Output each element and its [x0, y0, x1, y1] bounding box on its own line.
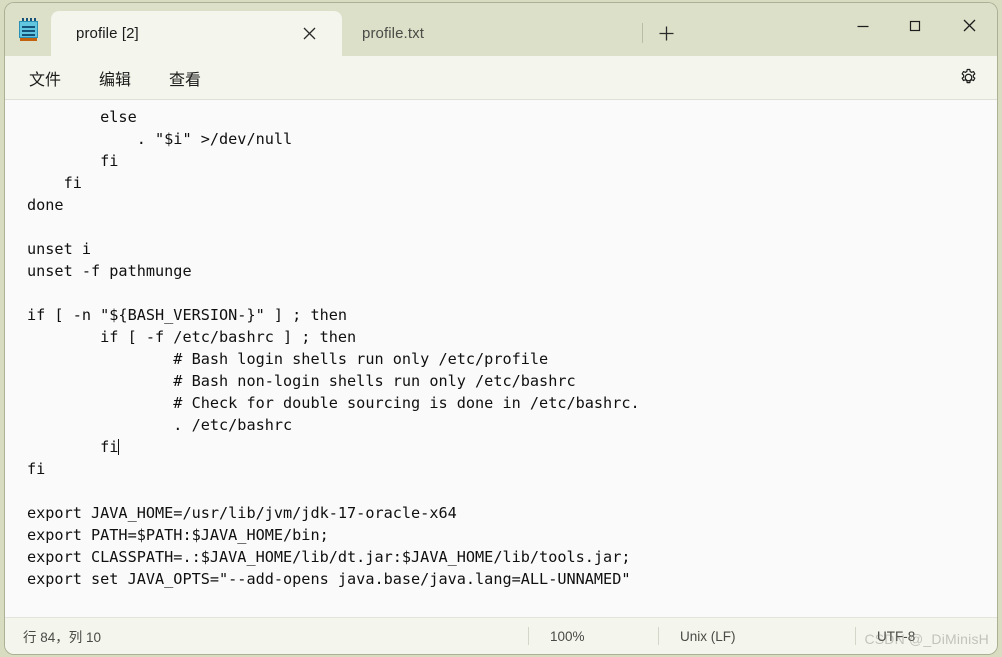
gear-icon[interactable]: [953, 63, 983, 93]
status-line-ending[interactable]: Unix (LF): [658, 618, 855, 654]
status-right-group: 100% Unix (LF) UTF-8: [528, 618, 997, 654]
tab-label: profile [2]: [76, 25, 139, 42]
new-tab-button[interactable]: [643, 11, 689, 56]
status-encoding[interactable]: UTF-8: [855, 618, 997, 654]
tab-profile-txt[interactable]: profile.txt: [342, 11, 642, 56]
tab-profile-2[interactable]: profile [2]: [51, 11, 342, 56]
minimize-button[interactable]: [837, 3, 889, 48]
status-zoom-level[interactable]: 100%: [528, 618, 658, 654]
menu-item-edit[interactable]: 编辑: [87, 62, 143, 94]
menu-item-file[interactable]: 文件: [17, 62, 73, 94]
notepad-icon: [5, 3, 51, 56]
tab-close-icon[interactable]: [298, 23, 320, 45]
screenshot-root: profile [2] profile.txt 文件 编辑 查看 else . …: [0, 0, 1002, 657]
close-button[interactable]: [941, 3, 997, 48]
status-cursor-position: 行 84，列 10: [23, 630, 102, 645]
title-bar: profile [2] profile.txt: [5, 3, 997, 56]
status-bar: 行 84，列 10 100% Unix (LF) UTF-8 CSDN @_Di…: [5, 617, 997, 654]
code-after-caret: fi export JAVA_HOME=/usr/lib/jvm/jdk-17-…: [27, 460, 631, 588]
code-before-caret: else . "$i" >/dev/null fi fi done unset …: [27, 108, 640, 456]
text-editor-area[interactable]: else . "$i" >/dev/null fi fi done unset …: [5, 100, 997, 617]
text-caret: [118, 439, 120, 455]
editor-content: else . "$i" >/dev/null fi fi done unset …: [27, 106, 997, 590]
notepad-window: profile [2] profile.txt 文件 编辑 查看 else . …: [5, 3, 997, 654]
maximize-button[interactable]: [889, 3, 941, 48]
menu-item-view[interactable]: 查看: [157, 62, 213, 94]
tab-label: profile.txt: [362, 25, 424, 42]
window-controls: [837, 3, 997, 48]
menu-bar: 文件 编辑 查看: [5, 56, 997, 100]
